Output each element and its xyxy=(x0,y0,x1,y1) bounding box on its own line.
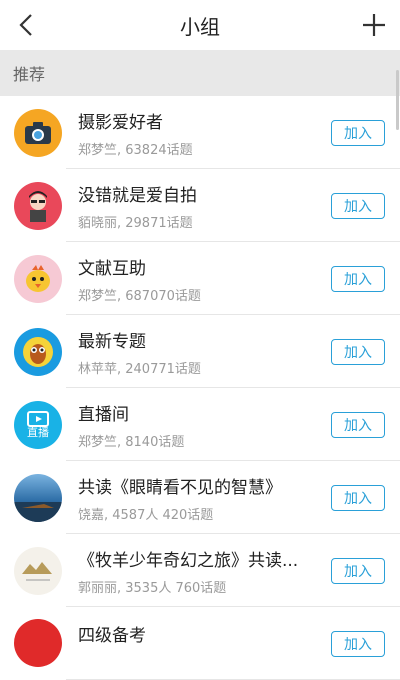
group-meta: 郑梦竺, 687070话题 xyxy=(78,288,201,304)
group-name: 共读《眼睛看不见的智慧》 xyxy=(78,477,282,498)
group-row[interactable]: 共读《眼睛看不见的智慧》 饶嘉, 4587人 420话题 加入 xyxy=(0,461,400,534)
join-button[interactable]: 加入 xyxy=(331,192,385,219)
group-row[interactable]: 摄影爱好者 郑梦竺, 63824话题 加入 xyxy=(0,96,400,169)
join-button[interactable]: 加入 xyxy=(331,338,385,365)
tv-live-text: 直播 xyxy=(27,425,49,439)
scrollbar[interactable] xyxy=(396,70,399,130)
red-avatar-icon xyxy=(14,619,62,667)
join-button[interactable]: 加入 xyxy=(331,119,385,146)
group-row[interactable]: 文献互助 郑梦竺, 687070话题 加入 xyxy=(0,242,400,315)
owl-cartoon-icon xyxy=(14,327,62,376)
section-header: 推荐 xyxy=(0,50,400,96)
join-button[interactable]: 加入 xyxy=(331,484,385,511)
group-name: 四级备考 xyxy=(78,626,146,646)
mountain-drawing-icon xyxy=(14,546,62,595)
join-button[interactable]: 加入 xyxy=(331,557,385,584)
top-bar: 小组 xyxy=(0,0,400,50)
group-name: 《牧羊少年奇幻之旅》共读... xyxy=(78,550,299,571)
chick-cartoon-icon xyxy=(14,254,62,303)
group-meta: 林苹苹, 240771话题 xyxy=(78,361,201,377)
group-row[interactable]: 最新专题 林苹苹, 240771话题 加入 xyxy=(0,315,400,388)
group-name: 最新专题 xyxy=(78,331,146,352)
group-meta: 郑梦竺, 63824话题 xyxy=(78,142,193,158)
tv-live-icon: 直播 xyxy=(14,400,62,449)
group-row[interactable]: 没错就是爱自拍 貊晓丽, 29871话题 加入 xyxy=(0,169,400,242)
landscape-photo-icon xyxy=(14,473,62,522)
group-row[interactable]: 《牧羊少年奇幻之旅》共读... 郭丽丽, 3535人 760话题 加入 xyxy=(0,534,400,607)
group-list: 摄影爱好者 郑梦竺, 63824话题 加入 没错就是爱自拍 貊晓丽, 29871… xyxy=(0,96,400,680)
join-button[interactable]: 加入 xyxy=(331,265,385,292)
chevron-left-icon[interactable] xyxy=(12,10,42,40)
selfie-cartoon-icon xyxy=(14,181,62,230)
group-meta: 饶嘉, 4587人 420话题 xyxy=(78,507,214,523)
section-label: 推荐 xyxy=(13,65,46,84)
page-title: 小组 xyxy=(180,14,220,39)
plus-icon[interactable] xyxy=(360,11,388,39)
group-meta: 郑梦竺, 8140话题 xyxy=(78,434,185,450)
group-row[interactable]: 直播 直播间 郑梦竺, 8140话题 加入 xyxy=(0,388,400,461)
group-row[interactable]: 四级备考 加入 xyxy=(0,607,400,680)
group-name: 直播间 xyxy=(78,404,129,425)
group-name: 文献互助 xyxy=(78,258,146,279)
group-name: 没错就是爱自拍 xyxy=(78,185,197,206)
group-name: 摄影爱好者 xyxy=(78,112,163,133)
join-button[interactable]: 加入 xyxy=(331,631,385,657)
camera-icon xyxy=(14,108,62,157)
group-meta: 郭丽丽, 3535人 760话题 xyxy=(78,580,227,596)
join-button[interactable]: 加入 xyxy=(331,411,385,438)
group-meta: 貊晓丽, 29871话题 xyxy=(78,215,193,231)
